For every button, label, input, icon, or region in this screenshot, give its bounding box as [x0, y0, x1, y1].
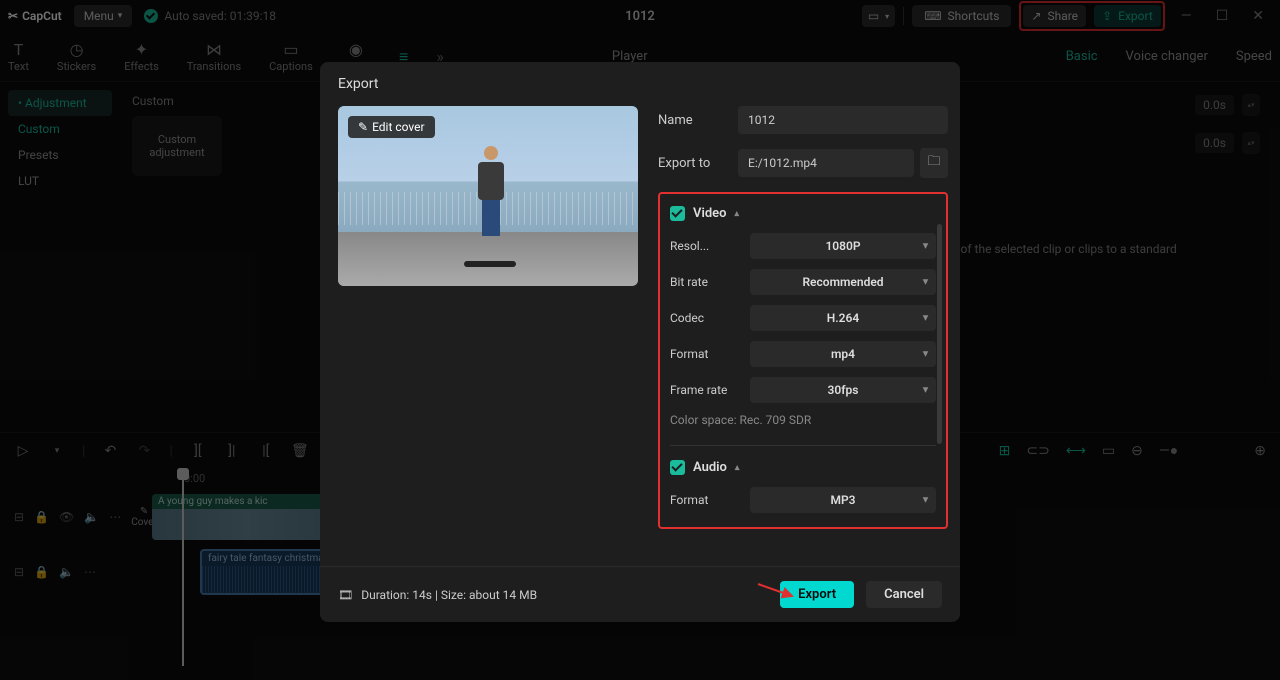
name-input[interactable] — [738, 106, 948, 134]
format-label: Format — [670, 347, 750, 361]
form-column: Name Export to 🗀 Video ▴ Resol... — [658, 106, 948, 566]
road-graphic — [338, 232, 638, 286]
format-select[interactable]: mp4 ▾ — [750, 341, 936, 367]
framerate-label: Frame rate — [670, 383, 750, 397]
name-label: Name — [658, 113, 738, 128]
cancel-button[interactable]: Cancel — [866, 581, 942, 608]
audio-section-header[interactable]: Audio ▴ — [670, 460, 936, 475]
bitrate-value: Recommended — [802, 275, 883, 289]
framerate-value: 30fps — [828, 383, 859, 397]
codec-label: Codec — [670, 311, 750, 325]
confirm-export-button[interactable]: Export — [780, 581, 854, 608]
dialog-title: Export — [320, 62, 960, 106]
duration-text: Duration: 14s | Size: about 14 MB — [361, 588, 537, 602]
dialog-body: ✎ Edit cover Name Export to 🗀 — [320, 106, 960, 566]
dialog-footer: 🎞 Duration: 14s | Size: about 14 MB Expo… — [320, 566, 960, 622]
bitrate-label: Bit rate — [670, 275, 750, 289]
video-checkbox[interactable] — [670, 206, 685, 221]
bitrate-row: Bit rate Recommended ▾ — [670, 269, 936, 295]
caret-up-icon: ▴ — [735, 463, 740, 473]
exportto-input[interactable] — [738, 149, 914, 177]
resolution-label: Resol... — [670, 239, 750, 253]
name-row: Name — [658, 106, 948, 134]
video-section-label: Video — [693, 206, 727, 221]
browse-folder-button[interactable]: 🗀 — [920, 148, 948, 178]
divider — [670, 445, 936, 446]
pencil-icon: ✎ — [358, 120, 368, 134]
chevron-down-icon: ▾ — [923, 241, 928, 252]
film-icon: 🎞 — [338, 588, 353, 602]
export-dialog: Export ✎ Edit cover Name Exp — [320, 62, 960, 622]
audio-format-row: Format MP3 ▾ — [670, 487, 936, 513]
colorspace-text: Color space: Rec. 709 SDR — [670, 413, 936, 427]
exportto-row: Export to 🗀 — [658, 148, 948, 178]
audio-format-value: MP3 — [830, 493, 855, 507]
chevron-down-icon: ▾ — [923, 385, 928, 396]
person-graphic — [476, 146, 506, 236]
cover-column: ✎ Edit cover — [338, 106, 638, 566]
chevron-down-icon: ▾ — [923, 313, 928, 324]
video-section-header[interactable]: Video ▴ — [670, 206, 936, 221]
duration-info: 🎞 Duration: 14s | Size: about 14 MB — [338, 588, 537, 602]
bitrate-select[interactable]: Recommended ▾ — [750, 269, 936, 295]
footer-buttons: Export Cancel — [780, 581, 942, 608]
audio-checkbox[interactable] — [670, 460, 685, 475]
edit-cover-button[interactable]: ✎ Edit cover — [348, 116, 435, 138]
framerate-row: Frame rate 30fps ▾ — [670, 377, 936, 403]
codec-value: H.264 — [827, 311, 859, 325]
chevron-down-icon: ▾ — [923, 495, 928, 506]
format-row: Format mp4 ▾ — [670, 341, 936, 367]
codec-select[interactable]: H.264 ▾ — [750, 305, 936, 331]
chevron-down-icon: ▾ — [923, 277, 928, 288]
resolution-row: Resol... 1080P ▾ — [670, 233, 936, 259]
folder-icon: 🗀 — [927, 152, 940, 174]
exportto-label: Export to — [658, 156, 738, 171]
edit-cover-label: Edit cover — [372, 120, 425, 134]
skateboard-graphic — [464, 261, 516, 267]
caret-up-icon: ▴ — [735, 209, 740, 219]
scrollbar[interactable] — [937, 224, 942, 444]
codec-row: Codec H.264 ▾ — [670, 305, 936, 331]
audio-format-select[interactable]: MP3 ▾ — [750, 487, 936, 513]
resolution-value: 1080P — [825, 239, 860, 253]
audio-section-label: Audio — [693, 460, 727, 475]
format-value: mp4 — [831, 347, 855, 361]
audio-format-label: Format — [670, 493, 750, 507]
export-settings-highlight: Video ▴ Resol... 1080P ▾ Bit rate Recomme… — [658, 192, 948, 529]
resolution-select[interactable]: 1080P ▾ — [750, 233, 936, 259]
chevron-down-icon: ▾ — [923, 349, 928, 360]
framerate-select[interactable]: 30fps ▾ — [750, 377, 936, 403]
cover-preview[interactable]: ✎ Edit cover — [338, 106, 638, 286]
